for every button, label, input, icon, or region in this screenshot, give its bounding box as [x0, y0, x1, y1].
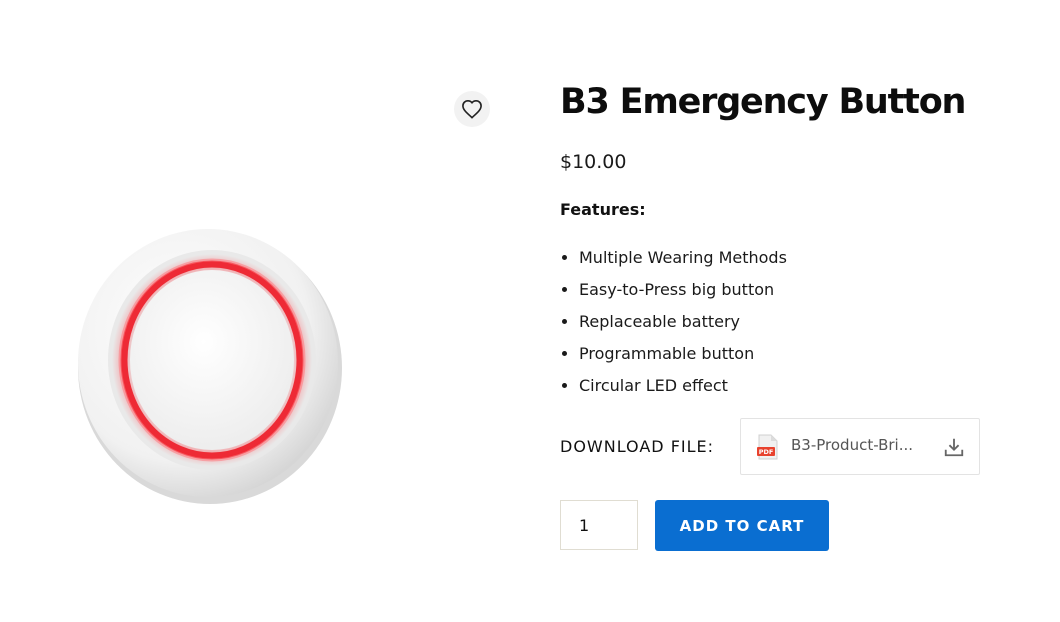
wishlist-button[interactable] — [454, 91, 490, 127]
download-file-row: DOWNLOAD FILE: PDF B3-Product-Bri... — [560, 418, 980, 475]
features-heading: Features: — [560, 200, 646, 219]
add-to-cart-button[interactable]: ADD TO CART — [655, 500, 829, 551]
heart-icon — [462, 99, 482, 119]
pdf-icon-text: PDF — [759, 448, 774, 456]
feature-item: Easy-to-Press big button — [579, 274, 1020, 306]
feature-item: Programmable button — [579, 338, 1020, 370]
product-summary: B3 Emergency Button $10.00 Features: Mul… — [560, 78, 1020, 402]
download-file-link[interactable]: PDF B3-Product-Bri... — [740, 418, 980, 475]
feature-item: Replaceable battery — [579, 306, 1020, 338]
download-icon[interactable] — [943, 436, 965, 458]
quantity-input[interactable] — [560, 500, 638, 550]
feature-item: Multiple Wearing Methods — [579, 242, 1020, 274]
product-page: B3 Emergency Button $10.00 Features: Mul… — [0, 0, 1060, 622]
pdf-icon: PDF — [757, 434, 778, 460]
download-file-name: B3-Product-Bri... — [791, 436, 914, 454]
features-list: Multiple Wearing Methods Easy-to-Press b… — [560, 242, 1020, 402]
product-title: B3 Emergency Button — [560, 82, 966, 122]
feature-item: Circular LED effect — [579, 370, 1020, 402]
product-price: $10.00 — [560, 151, 627, 173]
download-file-label: DOWNLOAD FILE: — [560, 437, 715, 456]
product-image — [78, 229, 342, 504]
